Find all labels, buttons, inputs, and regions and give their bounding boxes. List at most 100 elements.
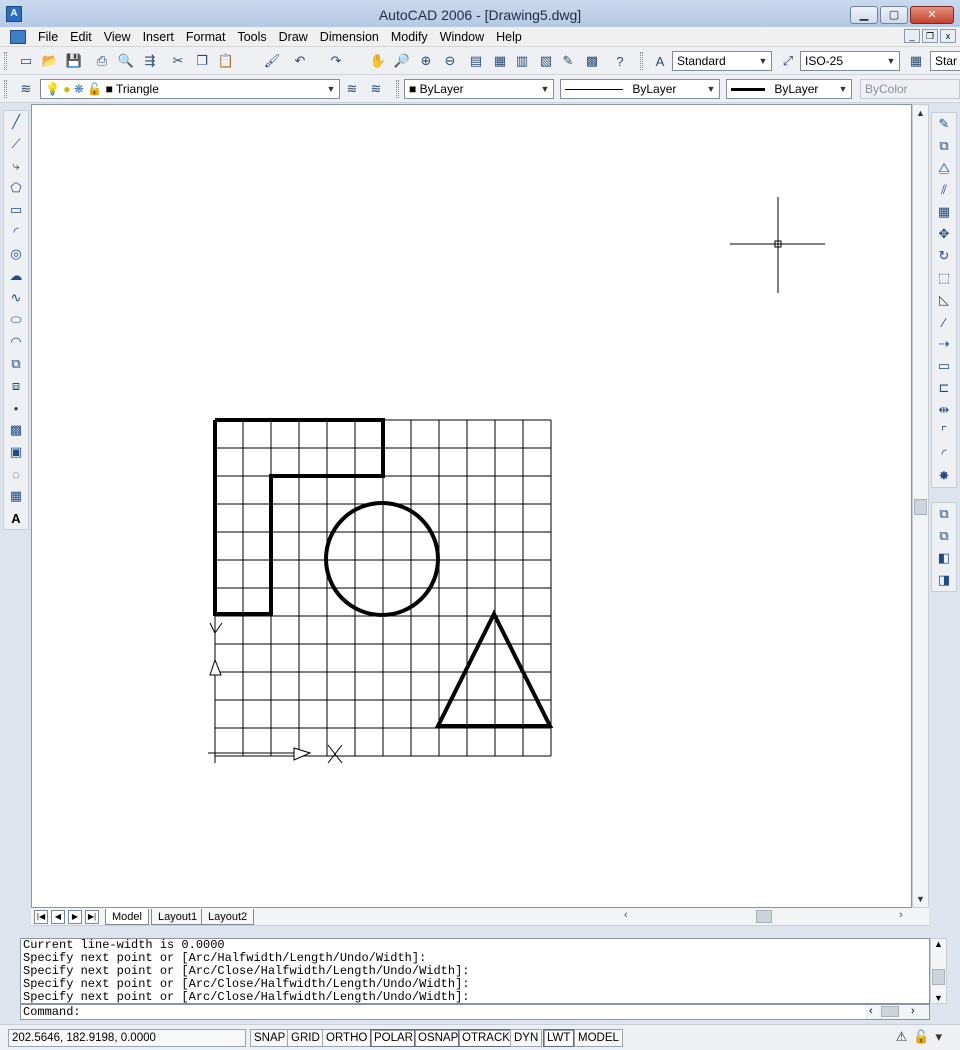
scroll-right-icon[interactable]: ›: [899, 909, 903, 921]
menu-help[interactable]: Help: [490, 27, 528, 47]
save-icon[interactable]: 💾: [64, 51, 84, 71]
send-to-back-icon[interactable]: ⧉: [932, 525, 956, 547]
menu-tools[interactable]: Tools: [231, 27, 272, 47]
circle-icon[interactable]: ◎: [4, 243, 28, 265]
status-toggle-osnap[interactable]: OSNAP: [414, 1029, 463, 1047]
properties-icon[interactable]: ▤: [466, 51, 486, 71]
spline-icon[interactable]: ∿: [4, 287, 28, 309]
table-icon[interactable]: ▦: [4, 485, 28, 507]
zoom-previous-icon[interactable]: ⊖: [440, 51, 460, 71]
make-layer-current-icon[interactable]: ≋: [342, 79, 362, 99]
break-at-point-icon[interactable]: ▭: [932, 355, 956, 377]
copy-object-icon[interactable]: ⧉: [932, 135, 956, 157]
menu-modify[interactable]: Modify: [385, 27, 434, 47]
command-scrollbar[interactable]: ▲ ▼: [930, 938, 947, 1004]
command-horizontal-scroll[interactable]: ‹ ›: [865, 1005, 929, 1019]
open-icon[interactable]: 📂: [40, 51, 60, 71]
lineweight-combo[interactable]: ByLayer ▼: [726, 79, 852, 99]
dimension-style-icon[interactable]: ⤢: [778, 51, 798, 71]
scroll-thumb[interactable]: [881, 1006, 899, 1017]
ellipse-arc-icon[interactable]: ◠: [4, 331, 28, 353]
bring-to-front-icon[interactable]: ⧉: [932, 503, 956, 525]
last-tab-button[interactable]: ▶|: [85, 910, 99, 924]
sheet-set-icon[interactable]: ▧: [536, 51, 556, 71]
chevron-down-icon[interactable]: ▼: [835, 80, 851, 98]
document-icon[interactable]: [10, 29, 26, 44]
status-toggle-snap[interactable]: SNAP: [250, 1029, 290, 1047]
menu-view[interactable]: View: [98, 27, 137, 47]
horizontal-scroll-thumb[interactable]: [756, 910, 772, 923]
previous-tab-button[interactable]: ◀: [51, 910, 65, 924]
toolbar-grip[interactable]: [396, 80, 399, 98]
status-toggle-otrack[interactable]: OTRACK: [458, 1029, 514, 1047]
minimize-button[interactable]: ▁: [850, 6, 878, 24]
make-block-icon[interactable]: ⧈: [4, 375, 28, 397]
text-style-combo[interactable]: Standard ▼: [672, 51, 772, 71]
toolbar-grip[interactable]: [640, 52, 643, 70]
chevron-down-icon[interactable]: ▼: [537, 80, 553, 98]
scroll-right-icon[interactable]: ›: [911, 1005, 915, 1017]
status-toggle-model[interactable]: MODEL: [574, 1029, 623, 1047]
print-icon[interactable]: ⎙: [92, 51, 112, 71]
next-tab-button[interactable]: ▶: [68, 910, 82, 924]
redo-icon[interactable]: ↷: [326, 51, 346, 71]
revision-cloud-icon[interactable]: ☁: [4, 265, 28, 287]
scale-icon[interactable]: ⬚: [932, 267, 956, 289]
doc-minimize-button[interactable]: _: [904, 29, 920, 43]
triangle-polyline[interactable]: [434, 609, 554, 728]
chevron-down-icon[interactable]: ▼: [323, 80, 339, 98]
erase-icon[interactable]: ✎: [932, 113, 956, 135]
ellipse-icon[interactable]: ⬭: [4, 309, 28, 331]
help-icon[interactable]: ?: [610, 51, 630, 71]
markup-icon[interactable]: ✎: [558, 51, 578, 71]
close-button[interactable]: ✕: [910, 6, 954, 24]
scroll-thumb[interactable]: [932, 969, 945, 985]
tab-layout1[interactable]: Layout1: [151, 909, 205, 925]
layer-previous-icon[interactable]: ≋: [366, 79, 386, 99]
cut-icon[interactable]: ✂: [168, 51, 188, 71]
copy-icon[interactable]: ❐: [192, 51, 212, 71]
scroll-up-icon[interactable]: ▲: [913, 105, 928, 121]
tool-palettes-icon[interactable]: ▥: [512, 51, 532, 71]
doc-close-button[interactable]: x: [940, 29, 956, 43]
rotate-icon[interactable]: ↻: [932, 245, 956, 267]
explode-icon[interactable]: ✸: [932, 465, 956, 487]
construction-line-icon[interactable]: ⟋: [4, 133, 28, 155]
drawing-canvas[interactable]: [31, 104, 912, 908]
insert-block-icon[interactable]: ⧉: [4, 353, 28, 375]
menu-draw[interactable]: Draw: [273, 27, 314, 47]
pan-icon[interactable]: ✋: [368, 51, 388, 71]
break-icon[interactable]: ⊏: [932, 377, 956, 399]
toolbar-lock-icon[interactable]: 🔓: [913, 1029, 929, 1045]
menu-insert[interactable]: Insert: [137, 27, 180, 47]
paste-icon[interactable]: 📋: [216, 51, 236, 71]
status-toggle-grid[interactable]: GRID: [287, 1029, 324, 1047]
text-style-icon[interactable]: A: [650, 51, 670, 71]
layer-manager-icon[interactable]: ≋: [16, 79, 36, 99]
status-toggle-ortho[interactable]: ORTHO: [322, 1029, 372, 1047]
polygon-icon[interactable]: ⬠: [4, 177, 28, 199]
multiline-text-icon[interactable]: A: [4, 507, 28, 529]
polyline-icon[interactable]: ⤷: [4, 155, 28, 177]
scroll-down-icon[interactable]: ▼: [913, 891, 928, 907]
send-under-icon[interactable]: ◨: [932, 569, 956, 591]
chamfer-icon[interactable]: ⌜: [932, 421, 956, 443]
doc-restore-button[interactable]: ❐: [922, 29, 938, 43]
trim-icon[interactable]: ⁄: [932, 311, 956, 333]
zoom-window-icon[interactable]: ⊕: [416, 51, 436, 71]
scroll-up-icon[interactable]: ▲: [931, 939, 946, 949]
color-combo[interactable]: ■ ByLayer ▼: [404, 79, 554, 99]
status-toggle-polar[interactable]: POLAR: [370, 1029, 417, 1047]
status-toggle-dyn[interactable]: DYN: [510, 1029, 543, 1047]
hatch-icon[interactable]: ▩: [4, 419, 28, 441]
toolbar-grip[interactable]: [4, 80, 7, 98]
array-icon[interactable]: ▦: [932, 201, 956, 223]
fillet-icon[interactable]: ◜: [932, 443, 956, 465]
table-style-combo[interactable]: Star: [930, 51, 960, 71]
region-icon[interactable]: ◌: [4, 463, 28, 485]
scroll-left-icon[interactable]: ‹: [869, 1005, 873, 1017]
menu-edit[interactable]: Edit: [64, 27, 98, 47]
toolbar-grip[interactable]: [4, 52, 7, 70]
tab-layout2[interactable]: Layout2: [201, 909, 255, 925]
menu-window[interactable]: Window: [434, 27, 490, 47]
